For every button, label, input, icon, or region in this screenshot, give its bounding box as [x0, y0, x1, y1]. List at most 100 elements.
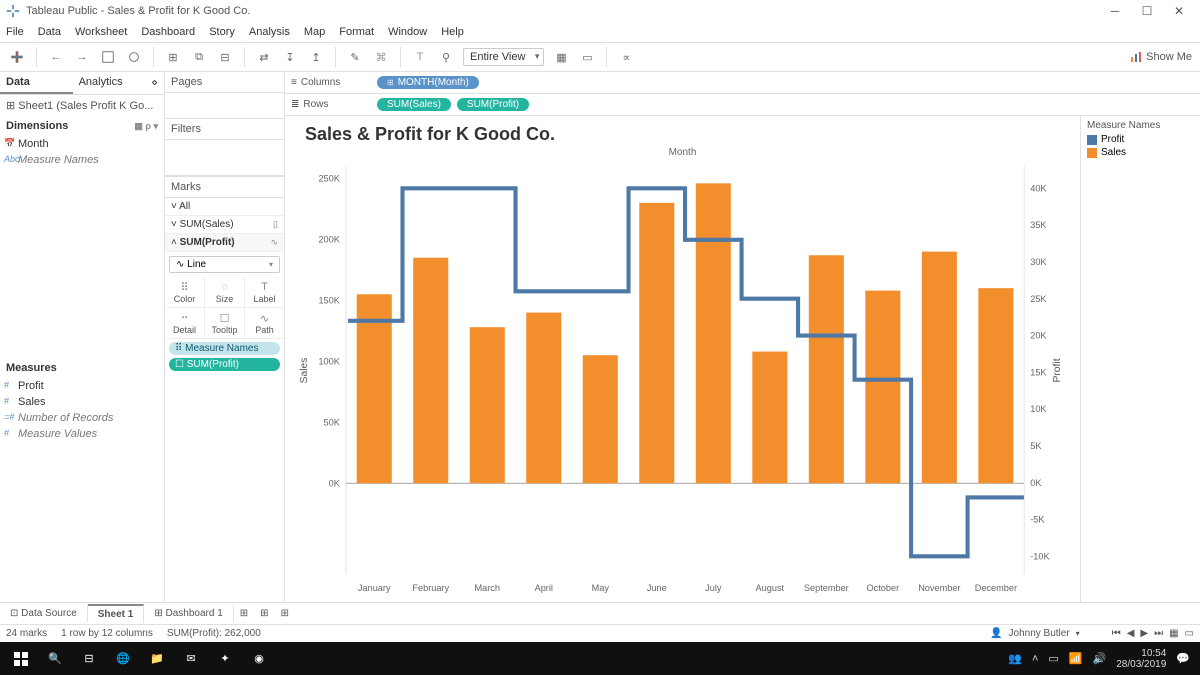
- menu-window[interactable]: Window: [388, 26, 427, 38]
- marks-sum-profit[interactable]: ˄ SUM(Profit)∿: [165, 234, 284, 252]
- tooltip-icon: ☐: [205, 311, 244, 325]
- menubar: File Data Worksheet Dashboard Story Anal…: [0, 22, 1200, 42]
- pin-button[interactable]: ⚲: [437, 48, 455, 66]
- redo-button[interactable]: →: [73, 48, 91, 66]
- menu-file[interactable]: File: [6, 26, 24, 38]
- marks-path[interactable]: ∿Path: [245, 308, 284, 339]
- chart-title[interactable]: Sales & Profit for K Good Co.: [295, 122, 1070, 145]
- duplicate-button[interactable]: ⧉: [190, 48, 208, 66]
- marks-pill-measure-names[interactable]: ⠿ Measure Names: [169, 342, 280, 355]
- pill-sum-profit[interactable]: SUM(Profit): [457, 98, 529, 111]
- legend-profit[interactable]: Profit: [1087, 133, 1194, 146]
- number-icon: #: [4, 396, 14, 406]
- taskbar-explorer[interactable]: 📁: [140, 642, 174, 675]
- taskbar-tableau[interactable]: ✦: [208, 642, 242, 675]
- menu-story[interactable]: Story: [209, 26, 235, 38]
- pages-shelf[interactable]: Pages: [165, 72, 284, 93]
- menu-analysis[interactable]: Analysis: [249, 26, 290, 38]
- pill-sum-sales[interactable]: SUM(Sales): [377, 98, 451, 111]
- mark-type-selector[interactable]: ∿ Line▾: [169, 256, 280, 273]
- tab-sheet1[interactable]: Sheet 1: [88, 604, 145, 623]
- menu-worksheet[interactable]: Worksheet: [75, 26, 127, 38]
- field-profit[interactable]: #Profit: [0, 378, 164, 394]
- new-dashboard-button[interactable]: ⊞: [254, 608, 274, 619]
- task-view-button[interactable]: ⊟: [72, 642, 106, 675]
- present-button[interactable]: ▦: [552, 48, 570, 66]
- sort-desc-button[interactable]: ↥: [307, 48, 325, 66]
- field-number-of-records[interactable]: =#Number of Records: [0, 410, 164, 426]
- close-button[interactable]: ✕: [1172, 4, 1186, 18]
- tab-data[interactable]: Data: [0, 72, 73, 94]
- tab-data-source[interactable]: ⊡ Data Source: [0, 605, 88, 622]
- marks-size[interactable]: ◌Size: [205, 277, 245, 308]
- marks-tooltip[interactable]: ☐Tooltip: [205, 308, 245, 339]
- new-worksheet-button[interactable]: ⊞: [234, 608, 254, 619]
- tab-analytics[interactable]: Analytics: [73, 72, 146, 94]
- marks-pill-sum-profit[interactable]: ☐ SUM(Profit): [169, 358, 280, 371]
- menu-data[interactable]: Data: [38, 26, 61, 38]
- menu-help[interactable]: Help: [441, 26, 464, 38]
- field-measure-values[interactable]: #Measure Values: [0, 426, 164, 442]
- legend-card[interactable]: Measure Names Profit Sales: [1080, 116, 1200, 602]
- menu-format[interactable]: Format: [339, 26, 374, 38]
- start-button[interactable]: [4, 642, 38, 675]
- share-button[interactable]: ∝: [617, 48, 635, 66]
- tableau-icon[interactable]: [8, 48, 26, 66]
- fit-selector[interactable]: Entire View: [463, 48, 544, 66]
- svg-text:October: October: [867, 583, 900, 593]
- field-month[interactable]: 📅Month: [0, 136, 164, 152]
- swap-button[interactable]: ⇄: [255, 48, 273, 66]
- svg-text:June: June: [647, 583, 667, 593]
- new-sheet-button[interactable]: ⊞: [164, 48, 182, 66]
- wifi-icon[interactable]: 📶: [1069, 652, 1083, 665]
- legend-sales[interactable]: Sales: [1087, 146, 1194, 159]
- undo-button[interactable]: ←: [47, 48, 65, 66]
- rows-icon: ≣: [291, 99, 299, 110]
- cards-button[interactable]: ▭: [578, 48, 596, 66]
- taskbar-chrome[interactable]: ◉: [242, 642, 276, 675]
- sort-asc-button[interactable]: ↧: [281, 48, 299, 66]
- nav-last-icon[interactable]: ⏭: [1154, 628, 1163, 639]
- marks-label[interactable]: TLabel: [245, 277, 284, 308]
- view-full-icon[interactable]: ▭: [1185, 628, 1194, 639]
- data-source-item[interactable]: ⊞ Sheet1 (Sales Profit K Go...: [0, 95, 164, 116]
- volume-icon[interactable]: 🔊: [1093, 652, 1107, 665]
- pill-month[interactable]: ⊞MONTH(Month): [377, 76, 479, 89]
- highlight-button[interactable]: ✎: [346, 48, 364, 66]
- menu-dashboard[interactable]: Dashboard: [141, 26, 195, 38]
- nav-prev-icon[interactable]: ◀: [1127, 628, 1135, 639]
- search-button[interactable]: 🔍: [38, 642, 72, 675]
- tab-dashboard1[interactable]: ⊞ Dashboard 1: [144, 605, 233, 622]
- marks-detail[interactable]: ⠒Detail: [165, 308, 205, 339]
- view-grid-icon[interactable]: ▦: [1169, 628, 1178, 639]
- marks-all[interactable]: ˅ All: [165, 198, 284, 216]
- status-user[interactable]: Johnny Butler: [1009, 628, 1070, 639]
- nav-first-icon[interactable]: ⏮: [1112, 628, 1121, 639]
- chart-plot[interactable]: 0K50K100K150K200K250K-10K-5K0K5K10K15K20…: [295, 158, 1070, 601]
- save-button[interactable]: [99, 48, 117, 66]
- new-data-button[interactable]: [125, 48, 143, 66]
- rows-shelf[interactable]: ≣Rows SUM(Sales) SUM(Profit): [285, 94, 1200, 116]
- maximize-button[interactable]: ☐: [1140, 4, 1154, 18]
- battery-icon[interactable]: ▭: [1048, 652, 1058, 665]
- marks-color[interactable]: ⠿Color: [165, 277, 205, 308]
- field-measure-names[interactable]: AbcMeasure Names: [0, 152, 164, 168]
- taskbar-edge[interactable]: 🌐: [106, 642, 140, 675]
- data-pane-menu-icon[interactable]: ⋄: [145, 72, 164, 94]
- clear-button[interactable]: ⊟: [216, 48, 234, 66]
- new-story-button[interactable]: ⊞: [275, 608, 295, 619]
- people-icon[interactable]: 👥: [1008, 652, 1022, 665]
- marks-sum-sales[interactable]: ˅ SUM(Sales)▯: [165, 216, 284, 234]
- columns-shelf[interactable]: ≡Columns ⊞MONTH(Month): [285, 72, 1200, 94]
- minimize-button[interactable]: ─: [1108, 4, 1122, 18]
- tray-chevron-icon[interactable]: ˄: [1032, 653, 1038, 665]
- menu-map[interactable]: Map: [304, 26, 325, 38]
- taskbar-clock[interactable]: 10:54 28/03/2019: [1116, 648, 1166, 670]
- filters-shelf[interactable]: Filters: [165, 119, 284, 140]
- taskbar-mail[interactable]: ✉: [174, 642, 208, 675]
- show-me-button[interactable]: Show Me: [1130, 51, 1192, 63]
- nav-next-icon[interactable]: ▶: [1140, 628, 1148, 639]
- notifications-icon[interactable]: 💬: [1176, 652, 1190, 665]
- field-sales[interactable]: #Sales: [0, 394, 164, 410]
- svg-text:May: May: [592, 583, 610, 593]
